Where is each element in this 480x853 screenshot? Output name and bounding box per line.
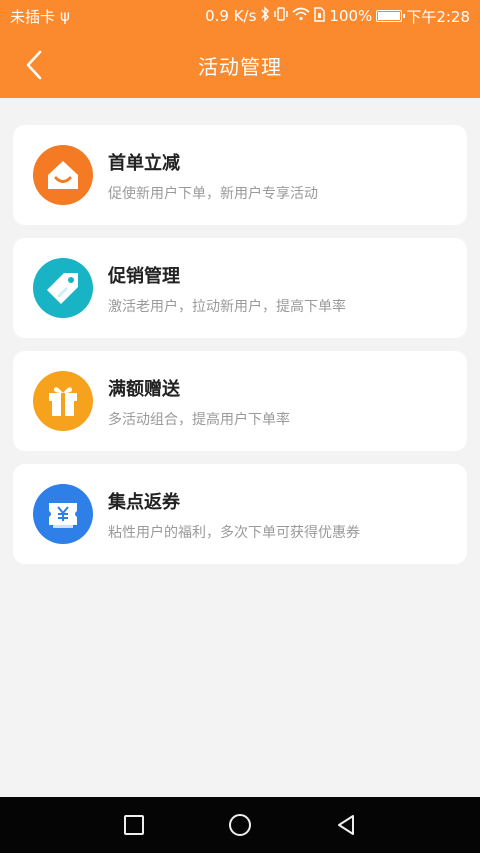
- triangle-back-icon: [338, 815, 354, 835]
- header-bar: 活动管理: [0, 32, 480, 98]
- activity-list: 首单立减 促使新用户下单，新用户专享活动 促销管理 激活老用户，拉动新用户，提高…: [13, 125, 467, 577]
- home-button[interactable]: [226, 811, 254, 839]
- vibrate-icon: [274, 6, 289, 26]
- status-bar: 未插卡 ψ 0.9 K/s 100% 下午2:28: [0, 0, 480, 32]
- house-icon: [33, 145, 93, 205]
- activity-item-point-coupon[interactable]: 集点返券 粘性用户的福利，多次下单可获得优惠券: [13, 464, 467, 564]
- wifi-icon: [292, 7, 310, 25]
- activity-subtitle: 粘性用户的福利，多次下单可获得优惠券: [108, 525, 360, 541]
- usb-icon: ψ: [60, 7, 70, 25]
- clock: 下午2:28: [406, 7, 470, 26]
- activity-item-promotion[interactable]: 促销管理 激活老用户，拉动新用户，提高下单率: [13, 238, 467, 338]
- sim-icon: [314, 6, 326, 26]
- activity-item-full-gift[interactable]: 满额赠送 多活动组合，提高用户下单率: [13, 351, 467, 451]
- page-title: 活动管理: [198, 54, 282, 79]
- activity-subtitle: 激活老用户，拉动新用户，提高下单率: [108, 299, 346, 315]
- activity-title: 促销管理: [108, 266, 180, 287]
- chevron-left-icon: [26, 50, 42, 80]
- back-button[interactable]: [20, 48, 50, 82]
- status-left: 未插卡 ψ: [10, 6, 70, 27]
- activity-title: 首单立减: [108, 153, 180, 174]
- coupon-icon: [33, 484, 93, 544]
- tag-icon: [33, 258, 93, 318]
- network-speed: 0.9 K/s: [205, 7, 257, 25]
- recent-apps-button[interactable]: [120, 811, 148, 839]
- circle-icon: [229, 814, 251, 836]
- bluetooth-icon: [260, 6, 270, 26]
- back-nav-button[interactable]: [332, 811, 360, 839]
- activity-title: 满额赠送: [108, 379, 180, 400]
- battery-percent: 100%: [329, 7, 373, 25]
- activity-subtitle: 多活动组合，提高用户下单率: [108, 412, 290, 428]
- activity-subtitle: 促使新用户下单，新用户专享活动: [108, 186, 318, 202]
- status-right: 0.9 K/s 100% 下午2:28: [205, 6, 470, 27]
- activity-title: 集点返券: [108, 492, 180, 513]
- square-icon: [124, 815, 144, 835]
- system-nav-bar: [0, 797, 480, 853]
- carrier-text: 未插卡: [10, 7, 56, 26]
- battery-icon: [376, 10, 406, 22]
- activity-item-first-order[interactable]: 首单立减 促使新用户下单，新用户专享活动: [13, 125, 467, 225]
- gift-icon: [33, 371, 93, 431]
